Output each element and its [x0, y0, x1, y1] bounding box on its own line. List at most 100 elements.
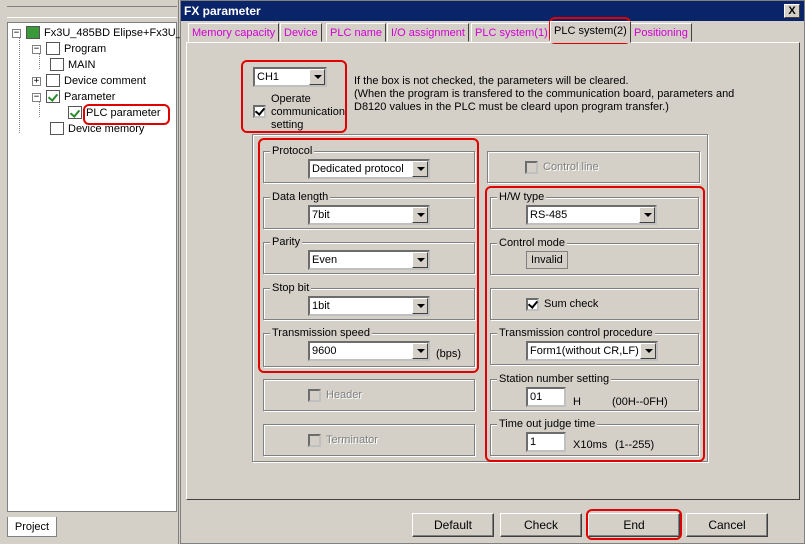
end-button[interactable]: End [588, 513, 680, 537]
cancel-button[interactable]: Cancel [686, 513, 768, 537]
chevron-down-icon[interactable] [412, 207, 428, 223]
tree-item-program[interactable]: − Program [32, 41, 106, 57]
stop-bit-value: 1bit [312, 300, 330, 312]
transmission-control-group: Transmission control procedure Form1(wit… [490, 326, 699, 365]
tab-plc-system-1[interactable]: PLC system(1) [471, 23, 552, 42]
clear-note-line2: (When the program is transfered to the c… [354, 88, 735, 100]
stop-bit-select[interactable]: 1bit [308, 296, 430, 316]
close-button[interactable]: X [784, 4, 800, 18]
timeout-range: (1--255) [615, 439, 655, 451]
dialog-title: FX parameter [181, 1, 804, 21]
project-tree-panel: − Fx3U_485BD Elipse+Fx3U_ − Program MAIN… [0, 0, 182, 544]
transmission-control-value: Form1(without CR,LF) [530, 345, 639, 357]
control-mode-value: Invalid [526, 251, 568, 269]
channel-select[interactable]: CH1 [253, 67, 327, 87]
tab-device[interactable]: Device [280, 23, 322, 42]
transmission-speed-select[interactable]: 9600 [308, 341, 430, 361]
tab-positioning[interactable]: Positioning [630, 23, 692, 42]
chevron-down-icon[interactable] [412, 343, 428, 359]
tree-item-plc-parameter[interactable]: PLC parameter [68, 105, 161, 121]
protocol-select[interactable]: Dedicated protocol [308, 159, 430, 179]
terminator-checkbox[interactable] [308, 434, 321, 447]
default-button[interactable]: Default [412, 513, 494, 537]
timeout-input[interactable]: 1 [526, 432, 566, 452]
tree-item-label: Device comment [64, 75, 146, 87]
sum-check-checkbox[interactable] [526, 298, 539, 311]
tree-item-device-memory[interactable]: Device memory [50, 121, 144, 137]
station-number-suffix: H [573, 396, 581, 408]
operate-label-line3: setting [271, 119, 304, 131]
timeout-unit: X10ms [573, 439, 608, 451]
tree-item-parameter[interactable]: − Parameter [32, 89, 115, 105]
program-icon [46, 41, 60, 55]
protocol-group: Protocol Dedicated protocol [263, 144, 475, 183]
tree-item-device-comment[interactable]: + Device comment [32, 73, 146, 89]
plc-parameter-icon [68, 105, 82, 119]
collapse-icon[interactable]: − [12, 29, 21, 38]
protocol-value: Dedicated protocol [312, 163, 404, 175]
stop-bit-label: Stop bit [270, 281, 312, 295]
sum-check-label: Sum check [544, 298, 599, 310]
terminator-group: Terminator [263, 424, 475, 456]
parity-value: Even [312, 254, 338, 266]
tab-memory-capacity[interactable]: Memory capacity [188, 23, 280, 42]
expand-icon[interactable]: + [32, 77, 41, 86]
tree-panel-header [7, 6, 177, 18]
chevron-down-icon[interactable] [412, 298, 428, 314]
control-line-checkbox[interactable] [525, 161, 538, 174]
tree-item-label: PLC parameter [86, 107, 161, 119]
transmission-speed-group: Transmission speed 9600 (bps) [263, 326, 475, 367]
header-group: Header [263, 379, 475, 411]
data-length-select[interactable]: 7bit [308, 205, 430, 225]
device-memory-icon [50, 121, 64, 135]
tab-plc-name[interactable]: PLC name [326, 23, 386, 42]
station-number-input[interactable]: 01 [526, 387, 566, 407]
parity-select[interactable]: Even [308, 250, 430, 270]
parity-label: Parity [270, 235, 303, 249]
transmission-speed-label: Transmission speed [270, 326, 373, 340]
sum-check-group: Sum check [490, 288, 699, 320]
chevron-down-icon[interactable] [412, 161, 428, 177]
chevron-down-icon[interactable] [309, 69, 325, 85]
tree-item-main[interactable]: MAIN [50, 57, 96, 73]
hw-type-group: H/W type RS-485 [490, 190, 699, 229]
ladder-program-icon [50, 57, 64, 71]
station-number-range: (00H--0FH) [612, 396, 668, 408]
collapse-icon[interactable]: − [32, 93, 41, 102]
tab-io-assignment[interactable]: I/O assignment [387, 23, 469, 42]
project-tree[interactable]: − Fx3U_485BD Elipse+Fx3U_ − Program MAIN… [7, 22, 182, 512]
project-icon [26, 25, 40, 39]
control-mode-label: Control mode [497, 236, 568, 250]
operate-label-line1: Operate [271, 93, 311, 105]
tree-root[interactable]: − Fx3U_485BD Elipse+Fx3U_ [12, 25, 182, 41]
data-length-label: Data length [270, 190, 331, 204]
chevron-down-icon[interactable] [412, 252, 428, 268]
chevron-down-icon[interactable] [640, 343, 656, 359]
control-mode-group: Control mode Invalid [490, 236, 699, 275]
control-line-group: Control line [487, 151, 700, 183]
check-button[interactable]: Check [500, 513, 582, 537]
parameter-icon [46, 89, 60, 103]
tree-item-label: Program [64, 43, 107, 55]
tab-plc-system-2[interactable]: PLC system(2) [550, 21, 631, 43]
clear-note-line1: If the box is not checked, the parameter… [354, 75, 629, 87]
operate-communication-checkbox[interactable] [253, 105, 266, 118]
data-length-value: 7bit [312, 209, 330, 221]
tab-project[interactable]: Project [7, 517, 57, 537]
tree-root-label: Fx3U_485BD Elipse+Fx3U_ [44, 27, 182, 39]
tree-item-label: MAIN [68, 59, 96, 71]
channel-value: CH1 [257, 71, 280, 83]
operate-label-line2: communication [271, 106, 345, 118]
hw-type-select[interactable]: RS-485 [526, 205, 657, 225]
transmission-control-select[interactable]: Form1(without CR,LF) [526, 341, 658, 361]
control-line-label: Control line [543, 161, 599, 173]
transmission-control-label: Transmission control procedure [497, 326, 655, 340]
timeout-label: Time out judge time [497, 417, 598, 431]
station-number-label: Station number setting [497, 372, 612, 386]
hw-type-value: RS-485 [530, 209, 568, 221]
hw-type-label: H/W type [497, 190, 547, 204]
header-checkbox[interactable] [308, 389, 321, 402]
tree-connector [19, 37, 20, 133]
chevron-down-icon[interactable] [639, 207, 655, 223]
collapse-icon[interactable]: − [32, 45, 41, 54]
